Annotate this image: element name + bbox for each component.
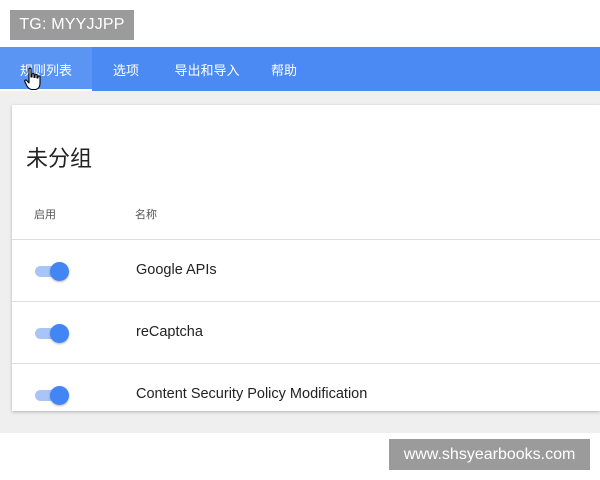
toggle-knob — [50, 262, 69, 281]
navbar: 规则列表 选项 导出和导入 帮助 — [0, 47, 600, 91]
rule-row: Google APIs — [12, 239, 600, 302]
tab-help[interactable]: 帮助 — [254, 47, 314, 91]
content-area: 未分组 启用 名称 Google APIs reCaptcha Content … — [0, 91, 600, 433]
toggle-knob — [50, 324, 69, 343]
tab-options[interactable]: 选项 — [92, 47, 160, 91]
enable-toggle[interactable] — [35, 324, 69, 343]
rule-name: reCaptcha — [136, 324, 203, 340]
rule-row: Content Security Policy Modification — [12, 363, 600, 426]
rule-name: Content Security Policy Modification — [136, 386, 368, 402]
rule-row: reCaptcha — [12, 301, 600, 364]
tab-rules-list[interactable]: 规则列表 — [0, 47, 92, 91]
watermark-label-bottom: www.shsyearbooks.com — [389, 439, 590, 470]
enable-toggle[interactable] — [35, 386, 69, 405]
watermark-label-top: TG: MYYJJPP — [10, 10, 134, 40]
tab-export-import[interactable]: 导出和导入 — [160, 47, 254, 91]
group-title: 未分组 — [26, 146, 93, 171]
toggle-knob — [50, 386, 69, 405]
rule-name: Google APIs — [136, 262, 217, 278]
column-header-enabled: 启用 — [34, 209, 56, 221]
rule-group-card: 未分组 启用 名称 Google APIs reCaptcha Content … — [12, 105, 600, 411]
column-header-name: 名称 — [135, 209, 157, 221]
enable-toggle[interactable] — [35, 262, 69, 281]
hand-cursor-icon — [24, 67, 41, 91]
